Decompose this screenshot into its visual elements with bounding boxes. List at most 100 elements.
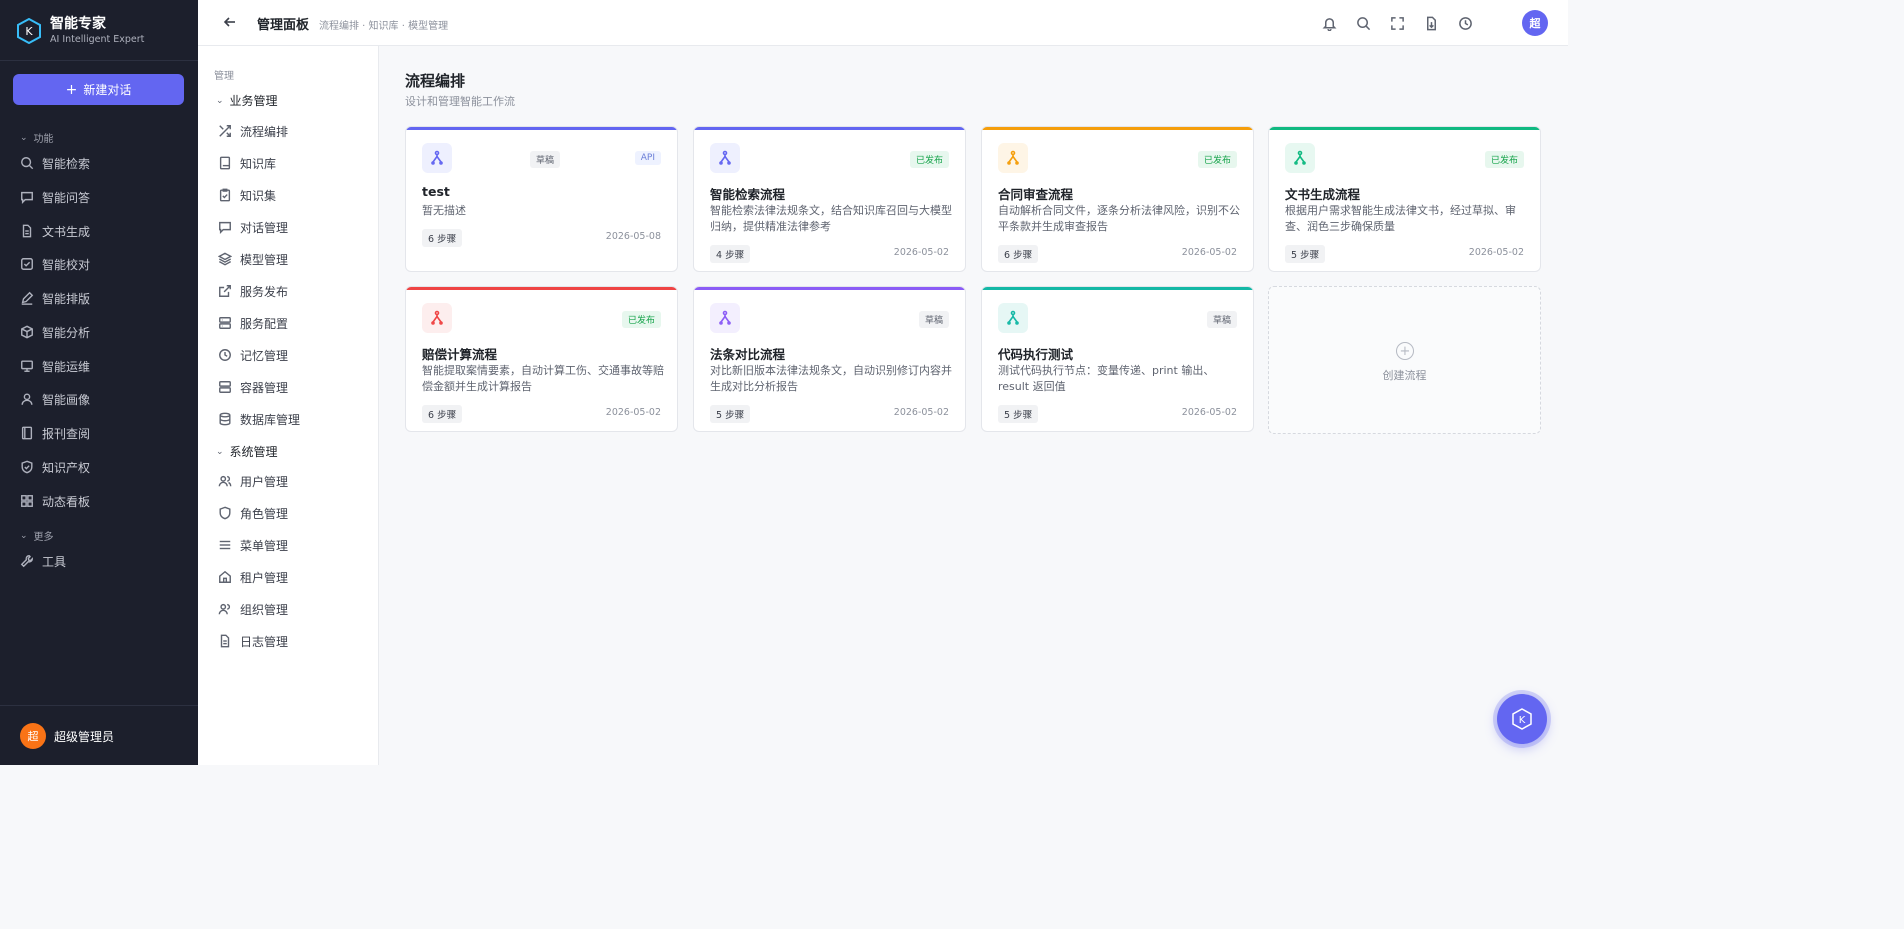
- sidebar-item-periodicals[interactable]: 报刊查阅: [20, 422, 90, 444]
- card-date: 2026-05-08: [605, 231, 661, 242]
- card-accent-bar: [694, 287, 965, 290]
- card-date: 2026-05-02: [893, 407, 949, 418]
- workflow-icon: [719, 150, 731, 165]
- workflow-card[interactable]: 草稿 代码执行测试 测试代码执行节点：变量传递、print 输出、result …: [981, 286, 1254, 432]
- panel-item-workflow[interactable]: 流程编排: [218, 121, 288, 141]
- sidebar-item-label: 智能画像: [42, 392, 91, 407]
- panel-item-knowledge-set[interactable]: 知识集: [218, 185, 276, 205]
- users-icon: [218, 603, 231, 615]
- status-badge: 已发布: [621, 311, 661, 328]
- panel-item-model[interactable]: 模型管理: [218, 249, 288, 269]
- panel-item-service-publish[interactable]: 服务发布: [218, 281, 288, 301]
- workflow-card[interactable]: 已发布 赔偿计算流程 智能提取案情要素，自动计算工伤、交通事故等赔偿金额并生成计…: [405, 286, 678, 432]
- history-button[interactable]: [1456, 14, 1474, 32]
- panel-group-business[interactable]: ⌄ 业务管理: [216, 92, 278, 109]
- sidebar-item-dashboard[interactable]: 动态看板: [20, 490, 90, 512]
- panel-item-users[interactable]: 用户管理: [218, 471, 288, 491]
- create-workflow-card[interactable]: + 创建流程: [1268, 286, 1541, 434]
- sidebar-item-ip[interactable]: 知识产权: [20, 456, 90, 478]
- sidebar-group-more[interactable]: ⌄ 更多: [20, 528, 54, 544]
- panel-item-tenants[interactable]: 租户管理: [218, 567, 288, 587]
- status-badge: 已发布: [1197, 151, 1237, 168]
- grid-icon: [21, 495, 33, 507]
- panel-item-label: 数据库管理: [240, 412, 301, 427]
- clipboard-check-icon: [219, 188, 231, 202]
- avatar[interactable]: 超: [1522, 10, 1548, 36]
- panel-item-org[interactable]: 组织管理: [218, 599, 288, 619]
- breadcrumb: 流程编排 · 知识库 · 模型管理: [319, 21, 449, 32]
- assistant-logo-icon: K: [1512, 708, 1532, 730]
- panel-item-database[interactable]: 数据库管理: [218, 409, 300, 429]
- workflow-card[interactable]: 已发布 文书生成流程 根据用户需求智能生成法律文书，经过草拟、审查、润色三步确保…: [1268, 126, 1541, 272]
- main-sidebar: K 智能专家 AI Intelligent Expert + 新建对话 ⌄ 功能…: [0, 0, 198, 765]
- card-description: 自动解析合同文件，逐条分析法律风险，识别不公平条款并生成审查报告: [998, 204, 1240, 233]
- file-text-icon: [220, 634, 230, 648]
- chat-bubble-icon: [219, 221, 231, 234]
- sidebar-divider: [0, 60, 198, 61]
- sidebar-item-smart-search[interactable]: 智能检索: [20, 152, 90, 174]
- fullscreen-button[interactable]: [1388, 14, 1406, 32]
- sidebar-item-proofread[interactable]: 智能校对: [20, 253, 90, 275]
- brand-logo-icon: K: [17, 18, 41, 44]
- sidebar-item-label: 智能运维: [42, 359, 91, 374]
- status-badge: 已发布: [1484, 151, 1524, 168]
- notification-button[interactable]: [1320, 14, 1338, 32]
- panel-item-logs[interactable]: 日志管理: [218, 631, 288, 651]
- sidebar-item-analysis[interactable]: 智能分析: [20, 321, 90, 343]
- card-date: 2026-05-02: [1181, 247, 1237, 258]
- brand[interactable]: K 智能专家 AI Intelligent Expert: [16, 16, 144, 46]
- external-link-icon: [219, 285, 231, 297]
- panel-item-knowledge-base[interactable]: 知识库: [218, 153, 276, 173]
- panel-item-label: 用户管理: [240, 474, 289, 489]
- workflow-card[interactable]: 已发布 合同审查流程 自动解析合同文件，逐条分析法律风险，识别不公平条款并生成审…: [981, 126, 1254, 272]
- book-icon: [219, 156, 231, 170]
- workflow-icon: [431, 150, 443, 165]
- menu-icon: [219, 540, 231, 550]
- workflow-card[interactable]: 草稿 法条对比流程 对比新旧版本法律法规条文，自动识别修订内容并生成对比分析报告…: [693, 286, 966, 432]
- card-accent-bar: [982, 287, 1253, 290]
- assistant-fab-button[interactable]: K: [1497, 694, 1547, 744]
- sidebar-item-typesetting[interactable]: 智能排版: [20, 287, 90, 309]
- user-profile[interactable]: 超 超级管理员: [20, 723, 114, 749]
- panel-item-container[interactable]: 容器管理: [218, 377, 288, 397]
- brand-subtitle: AI Intelligent Expert: [50, 34, 145, 45]
- steps-badge: 6 步骤: [998, 245, 1039, 263]
- sidebar-item-tools[interactable]: 工具: [20, 550, 66, 572]
- panel-item-service-config[interactable]: 服务配置: [218, 313, 288, 333]
- cube-icon: [21, 325, 33, 339]
- card-icon: [710, 143, 740, 173]
- card-date: 2026-05-02: [1468, 247, 1524, 258]
- workflow-card[interactable]: 已发布 智能检索流程 智能检索法律法规条文，结合知识库召回与大模型归纳，提供精准…: [693, 126, 966, 272]
- workflow-card[interactable]: 草稿 API test 暂无描述 6 步骤 2026-05-08: [405, 126, 678, 272]
- download-button[interactable]: [1422, 14, 1440, 32]
- fullscreen-icon: [1390, 16, 1404, 30]
- sidebar-item-ops[interactable]: 智能运维: [20, 355, 90, 377]
- card-accent-bar: [694, 127, 965, 130]
- header-actions: [1304, 14, 1474, 32]
- sidebar-item-smart-qa[interactable]: 智能问答: [20, 186, 90, 208]
- sidebar-item-doc-generation[interactable]: 文书生成: [20, 220, 90, 242]
- panel-item-menus[interactable]: 菜单管理: [218, 535, 288, 555]
- sidebar-group-features[interactable]: ⌄ 功能: [20, 130, 54, 146]
- panel-item-roles[interactable]: 角色管理: [218, 503, 288, 523]
- panel-group-system[interactable]: ⌄ 系统管理: [216, 443, 278, 460]
- wrench-icon: [20, 555, 33, 568]
- clock-icon: [1458, 16, 1472, 30]
- new-chat-button[interactable]: + 新建对话: [13, 74, 184, 105]
- search-button[interactable]: [1354, 14, 1372, 32]
- sidebar-item-label: 知识产权: [42, 460, 91, 475]
- status-badge: 草稿: [530, 151, 561, 168]
- admin-menu-panel: 管理 ⌄ 业务管理 流程编排 知识库 知识集 对话管理 模型管理 服务发布 服务…: [198, 46, 379, 765]
- panel-item-dialog[interactable]: 对话管理: [218, 217, 288, 237]
- panel-item-label: 容器管理: [240, 380, 289, 395]
- card-title: 赔偿计算流程: [422, 347, 498, 362]
- top-header: 管理面板 流程编排 · 知识库 · 模型管理 超: [198, 0, 1568, 46]
- panel-item-memory[interactable]: 记忆管理: [218, 345, 288, 365]
- panel-item-label: 服务发布: [240, 284, 289, 299]
- status-badge: 草稿: [918, 311, 949, 328]
- sidebar-item-profile[interactable]: 智能画像: [20, 388, 90, 410]
- sidebar-item-label: 动态看板: [42, 494, 91, 509]
- brand-title: 智能专家: [50, 16, 106, 32]
- panel-item-label: 组织管理: [240, 602, 289, 617]
- back-arrow-icon[interactable]: [222, 14, 238, 30]
